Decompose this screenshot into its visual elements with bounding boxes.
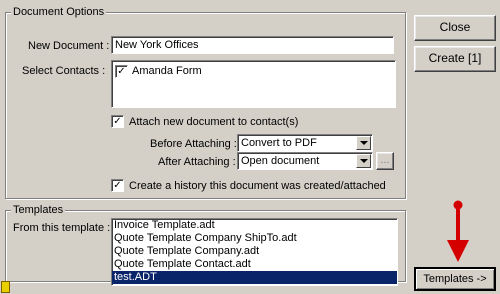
contact-name: Amanda Form [132, 65, 202, 77]
before-attaching-label: Before Attaching : [150, 138, 237, 150]
before-attaching-select[interactable]: Convert to PDF [237, 134, 373, 152]
red-down-arrow-icon [447, 200, 469, 262]
close-button[interactable]: Close [414, 15, 496, 41]
templates-list[interactable]: Invoice Template.adt Quote Template Comp… [111, 218, 398, 286]
templates-title: Templates [11, 204, 66, 217]
browse-button[interactable]: ... [376, 152, 394, 170]
after-attaching-value: Open document [241, 155, 320, 167]
template-item-selected[interactable]: test.ADT [112, 271, 397, 284]
document-options-title: Document Options [11, 6, 107, 19]
select-contacts-label: Select Contacts : [22, 65, 106, 77]
template-item[interactable]: Quote Template Company.adt [112, 245, 397, 258]
history-checkbox[interactable]: ✓ [111, 179, 124, 192]
attach-checkbox[interactable]: ✓ [111, 115, 124, 128]
template-item[interactable]: Quote Template Company ShipTo.adt [112, 232, 397, 245]
from-template-label: From this template : [13, 222, 111, 234]
template-item[interactable]: Quote Template Contact.adt [112, 258, 397, 271]
history-label: Create a history this document was creat… [129, 180, 386, 192]
contacts-list[interactable]: ✓ Amanda Form [111, 60, 396, 108]
contact-checkbox[interactable]: ✓ [115, 65, 128, 78]
create-button[interactable]: Create [1] [414, 46, 496, 72]
chevron-down-icon[interactable] [356, 154, 371, 168]
chevron-down-icon[interactable] [356, 136, 371, 150]
new-document-label: New Document : [28, 40, 110, 52]
after-attaching-select[interactable]: Open document [237, 152, 373, 170]
template-item[interactable]: Invoice Template.adt [112, 219, 397, 232]
templates-button[interactable]: Templates -> [414, 267, 496, 291]
new-document-field[interactable]: New York Offices [111, 36, 394, 54]
after-attaching-label: After Attaching : [158, 156, 236, 168]
status-icon [1, 281, 10, 293]
attach-label: Attach new document to contact(s) [129, 116, 299, 128]
before-attaching-value: Convert to PDF [241, 137, 317, 149]
